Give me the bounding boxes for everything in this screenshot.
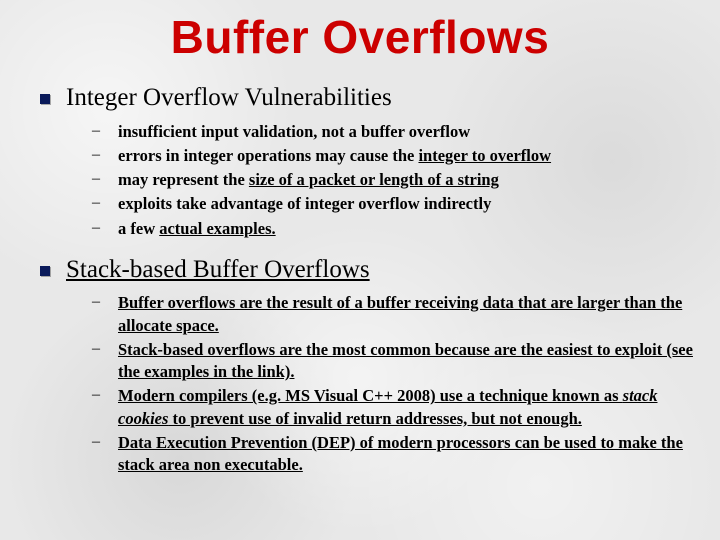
- list-item: – may represent the size of a packet or …: [20, 169, 700, 191]
- list-item: – Modern compilers (e.g. MS Visual C++ 2…: [20, 385, 700, 430]
- section-heading-2-text: Stack-based Buffer Overflows: [66, 254, 370, 287]
- dash-icon: –: [92, 219, 102, 237]
- square-bullet-icon: [40, 266, 50, 276]
- dash-icon: –: [92, 194, 102, 212]
- list-item: – Data Execution Prevention (DEP) of mod…: [20, 432, 700, 477]
- dash-icon: –: [92, 293, 102, 311]
- list-item-text: Data Execution Prevention (DEP) of moder…: [118, 432, 700, 477]
- list-item: – Stack-based overflows are the most com…: [20, 339, 700, 384]
- slide: Buffer Overflows Integer Overflow Vulner…: [0, 0, 720, 498]
- text-span: to prevent use of invalid return address…: [168, 409, 581, 428]
- text-span: exploits take advantage of integer overf…: [118, 194, 491, 213]
- section-heading-1-text: Integer Overflow Vulnerabilities: [66, 82, 392, 115]
- section-heading-1: Integer Overflow Vulnerabilities: [20, 82, 700, 115]
- dash-icon: –: [92, 386, 102, 404]
- text-span: errors in integer operations may cause t…: [118, 146, 418, 165]
- list-item-text: errors in integer operations may cause t…: [118, 145, 551, 167]
- dash-icon: –: [92, 170, 102, 188]
- list-item-text: Stack-based overflows are the most commo…: [118, 339, 700, 384]
- section-heading-2: Stack-based Buffer Overflows: [20, 254, 700, 287]
- text-span: Modern compilers (e.g. MS Visual C++ 200…: [118, 386, 623, 405]
- dash-icon: –: [92, 433, 102, 451]
- slide-title: Buffer Overflows: [20, 10, 700, 64]
- spacer: [20, 242, 700, 254]
- list-item-text: may represent the size of a packet or le…: [118, 169, 499, 191]
- dash-icon: –: [92, 146, 102, 164]
- dash-icon: –: [92, 122, 102, 140]
- list-item: – exploits take advantage of integer ove…: [20, 193, 700, 215]
- underline-span: actual examples.: [159, 219, 275, 238]
- list-item: – insufficient input validation, not a b…: [20, 121, 700, 143]
- list-item-text: Buffer overflows are the result of a buf…: [118, 292, 700, 337]
- list-item: – Buffer overflows are the result of a b…: [20, 292, 700, 337]
- dash-icon: –: [92, 340, 102, 358]
- underline-span: size of a packet or length of a string: [249, 170, 499, 189]
- square-bullet-icon: [40, 94, 50, 104]
- list-item: – errors in integer operations may cause…: [20, 145, 700, 167]
- list-item-text: a few actual examples.: [118, 218, 276, 240]
- list-item: – a few actual examples.: [20, 218, 700, 240]
- underline-span: integer to overflow: [418, 146, 551, 165]
- text-span: may represent the: [118, 170, 249, 189]
- text-span: a few: [118, 219, 159, 238]
- list-item-text: Modern compilers (e.g. MS Visual C++ 200…: [118, 385, 700, 430]
- text-span: insufficient input validation, not a buf…: [118, 122, 470, 141]
- list-item-text: insufficient input validation, not a buf…: [118, 121, 470, 143]
- list-item-text: exploits take advantage of integer overf…: [118, 193, 491, 215]
